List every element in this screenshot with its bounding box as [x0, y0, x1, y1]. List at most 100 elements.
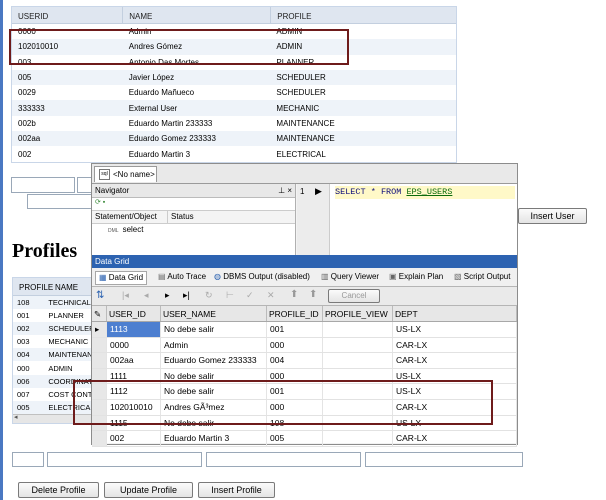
cell[interactable]: CAR-LX — [393, 431, 517, 446]
grid-icon: ▦ — [99, 273, 109, 282]
col-dept-header[interactable]: DEPT — [393, 306, 517, 321]
line-number: 1 — [300, 187, 305, 196]
profile-name-input[interactable] — [47, 452, 202, 467]
table-row[interactable]: 0029 Eduardo Mañueco SCHEDULER — [12, 85, 456, 101]
sql-editor[interactable]: 1 ▶ SELECT * FROM EPS_USERS — [297, 184, 517, 255]
table-row[interactable]: 002aa Eduardo Gomez 233333 MAINTENANCE — [12, 131, 456, 147]
pin-close-icon[interactable]: ⊥ × — [278, 184, 292, 197]
col-user-name-header[interactable]: USER_NAME — [161, 306, 267, 321]
update-profile-button[interactable]: Update Profile — [104, 482, 193, 498]
table-row[interactable]: 000 ADMIN — [13, 361, 103, 374]
next-record-icon[interactable]: ▸ — [165, 290, 170, 301]
profile-input[interactable] — [27, 194, 95, 209]
insert-profile-button[interactable]: Insert Profile — [198, 482, 275, 498]
cell[interactable]: 002 — [107, 431, 161, 446]
table-row[interactable]: 005 Javier López SCHEDULER — [12, 69, 456, 86]
profile-id-input[interactable] — [12, 452, 44, 467]
col-profile-view-header[interactable]: PROFILE_VIEW — [323, 306, 393, 321]
refresh-icon[interactable]: ⟳ ▪ — [95, 199, 105, 206]
cell[interactable] — [323, 431, 393, 446]
cell: MAINTENANCE — [276, 134, 335, 144]
cell[interactable]: US-LX — [393, 322, 517, 337]
tab-dbms-output[interactable]: ◍ DBMS Output (disabled) — [214, 271, 310, 283]
edit-icon: ✎ — [94, 309, 102, 319]
col-userid-header[interactable]: USERID — [12, 7, 122, 23]
cell: 002 — [17, 324, 30, 334]
profile-dept-input[interactable] — [365, 452, 523, 467]
cell[interactable]: CAR-LX — [393, 353, 517, 368]
col-status-header[interactable]: Status — [168, 211, 221, 223]
prev-record-icon[interactable]: ◂ — [144, 290, 149, 301]
insert-row-icon[interactable]: ⊢ — [226, 290, 234, 301]
profile-view-input[interactable] — [206, 452, 361, 467]
col-statement-header[interactable]: Statement/Object — [92, 211, 168, 223]
cell: External User — [128, 103, 178, 113]
table-row[interactable]: 0000 Admin 000 CAR-LX — [92, 337, 517, 354]
col-profile-header[interactable]: PROFILE — [13, 278, 53, 295]
table-row[interactable]: 002aa Eduardo Gomez 233333 004 CAR-LX — [92, 353, 517, 369]
users-table-header: USERID NAME PROFILE — [12, 7, 456, 24]
table-row[interactable]: 333333 External User MECHANIC — [12, 100, 456, 116]
table-row[interactable]: ▸ 1113 No debe salir 001 US-LX — [92, 322, 517, 338]
tab-label: Query Viewer — [330, 272, 380, 281]
first-record-icon[interactable]: |◂ — [122, 290, 129, 301]
commit-icon[interactable]: ⬆ — [290, 289, 298, 300]
tab-label: Explain Plan — [398, 272, 444, 281]
tab-data-grid[interactable]: ▦ Data Grid — [95, 271, 148, 285]
cancel-edit-icon[interactable]: ✕ — [267, 290, 275, 301]
statement-item[interactable]: DML select — [92, 224, 295, 236]
cell[interactable]: 001 — [267, 322, 323, 337]
cell[interactable] — [323, 353, 393, 368]
left-accent-bar — [0, 0, 3, 500]
col-user-id-header[interactable]: USER_ID — [107, 306, 161, 321]
cell[interactable]: 002aa — [107, 353, 161, 368]
userid-input[interactable] — [11, 177, 75, 193]
cell[interactable]: 1113 — [107, 322, 161, 337]
fetch-icon[interactable]: ⇅ — [96, 290, 104, 301]
col-profile-header[interactable]: PROFILE — [270, 7, 456, 23]
grid-toolbar: ⇅ |◂ ◂ ▸ ▸| ↻ ⊢ ✓ ✕ ⬆ ⬆ Cancel — [92, 287, 517, 306]
navigator-title: Navigator — [95, 186, 130, 195]
scroll-left-icon[interactable]: ◂ — [14, 413, 18, 421]
cell[interactable]: 005 — [267, 431, 323, 446]
table-row[interactable]: 003 MECHANIC — [13, 335, 103, 348]
delete-profile-button[interactable]: Delete Profile — [18, 482, 99, 498]
cell[interactable]: 0000 — [107, 337, 161, 353]
cell: 003 — [17, 337, 30, 347]
tab-query-viewer[interactable]: ▥ Query Viewer — [321, 271, 379, 283]
table-row[interactable]: 001 PLANNER — [13, 309, 103, 322]
rollback-icon[interactable]: ⬆ — [309, 289, 317, 300]
results-grid-header: ✎ USER_ID USER_NAME PROFILE_ID PROFILE_V… — [92, 306, 517, 322]
cell[interactable] — [323, 337, 393, 353]
cell[interactable]: No debe salir — [161, 322, 267, 337]
table-row[interactable]: 004 MAINTENANCE — [13, 348, 103, 362]
col-profile-id-header[interactable]: PROFILE_ID — [267, 306, 323, 321]
cell[interactable]: Eduardo Martin 3 — [161, 431, 267, 446]
sql-text[interactable]: SELECT * FROM EPS_USERS — [335, 186, 515, 199]
cell: Eduardo Mañueco — [128, 88, 195, 98]
tab-no-name[interactable]: sql <No name> — [94, 166, 157, 182]
refresh-grid-icon[interactable]: ↻ — [205, 290, 213, 301]
cell[interactable]: Admin — [161, 337, 267, 353]
table-row[interactable]: 002 Eduardo Martin 3 ELECTRICAL — [12, 146, 456, 162]
col-name-header[interactable]: NAME — [122, 7, 270, 23]
cell[interactable] — [323, 322, 393, 337]
table-row[interactable]: 002 Eduardo Martin 3 005 CAR-LX — [92, 431, 517, 447]
table-row[interactable]: 108 TECHNICAL — [13, 296, 103, 310]
table-row[interactable]: 002b Eduardo Martin 233333 MAINTENANCE — [12, 115, 456, 132]
tab-explain-plan[interactable]: ▣ Explain Plan — [389, 271, 443, 283]
post-icon[interactable]: ✓ — [246, 290, 254, 301]
tab-script-output[interactable]: ▧ Script Output — [454, 271, 510, 283]
last-record-icon[interactable]: ▸| — [183, 290, 190, 301]
sql-file-icon: sql — [99, 169, 110, 181]
cell[interactable]: 000 — [267, 337, 323, 353]
cell[interactable]: CAR-LX — [393, 337, 517, 353]
table-row[interactable]: 002 SCHEDULER — [13, 322, 103, 336]
insert-user-button[interactable]: Insert User — [518, 208, 587, 224]
cell[interactable]: Eduardo Gomez 233333 — [161, 353, 267, 368]
tab-auto-trace[interactable]: ▤ Auto Trace — [158, 271, 206, 283]
statement-label: select — [122, 225, 144, 234]
plan-icon: ▣ — [389, 272, 399, 281]
cell[interactable]: 004 — [267, 353, 323, 368]
cancel-button[interactable]: Cancel — [328, 289, 380, 303]
